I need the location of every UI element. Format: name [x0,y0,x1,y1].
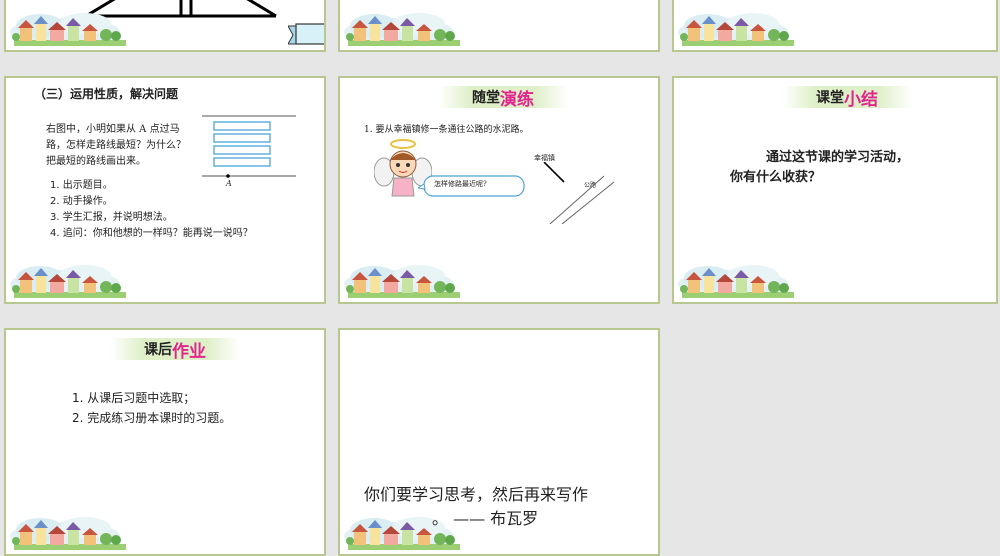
title-part-1: 课后 [144,342,172,358]
town-illustration-icon [10,13,126,46]
homework-item-1: 1. 从课后习题中选取； [72,391,196,405]
slide-title: 课堂 小结 [782,86,912,110]
town-illustration-icon [678,13,794,46]
slide-thumbnail-5[interactable]: 随堂 演练 1. 要从幸福镇修一条通往公路的水泥路。 怎样修路最近呢? 幸福镇 公… [338,76,660,304]
title-part-2: 演练 [500,89,534,110]
summary-line-1: 通过这节课的学习活动， [766,150,910,165]
title-part-2: 小结 [844,89,878,110]
question-line-1: 右图中，小明如果从 A 点过马 [46,124,180,135]
slide-thumbnail-3[interactable] [672,0,998,52]
step-1: 1. 出示题目。 [50,180,113,191]
title-part-1: 随堂 [472,90,500,106]
road-map-diagram [543,162,615,224]
question-line-3: 把最短的路线画出来。 [46,156,146,167]
town-illustration-icon [344,265,460,298]
slide-thumbnail-7[interactable]: 课后 作业 1. 从课后习题中选取； 2. 完成练习册本课时的习题。 [4,328,326,556]
step-2: 2. 动手操作。 [50,196,113,207]
ribbon-icon [288,23,324,45]
slide-thumbnail-6[interactable]: 课堂 小结 通过这节课的学习活动， 你有什么收获？ [672,76,998,304]
point-a-label: A [226,179,232,188]
town-illustration-icon [678,265,794,298]
slide-thumbnail-4[interactable]: （三）运用性质，解决问题 右图中，小明如果从 A 点过马 路，怎样走路线最短？为… [4,76,326,304]
step-3: 3. 学生汇报，并说明想法。 [50,212,173,223]
town-illustration-icon [344,13,460,46]
town-illustration-icon [10,265,126,298]
summary-line-2: 你有什么收获？ [730,170,822,185]
slide-thumbnail-8[interactable]: 你们要学习思考，然后再来写作 。 —— 布瓦罗 [338,328,660,556]
title-part-2: 作业 [172,341,206,362]
slide-thumbnail-1[interactable] [4,0,326,52]
question-line-2: 路，怎样走路线最短？为什么？ [46,140,186,151]
slide-title: 随堂 演练 [438,86,568,110]
slide-heading: （三）运用性质，解决问题 [34,87,179,101]
speech-bubble-text: 怎样修路最近呢? [434,180,487,188]
step-4: 4. 追问：你和他想的一样吗？能再说一说吗？ [50,228,253,239]
quote-line-1: 你们要学习思考，然后再来写作 [364,485,589,504]
town-illustration-icon [10,517,126,550]
quote-line-2: 。 —— 布瓦罗 [432,509,539,528]
slide-thumbnail-2[interactable] [338,0,660,52]
title-part-1: 课堂 [816,90,844,106]
homework-item-2: 2. 完成练习册本课时的习题。 [72,411,232,425]
slide-title: 课后 作业 [110,338,240,362]
road-diagram [202,115,296,178]
